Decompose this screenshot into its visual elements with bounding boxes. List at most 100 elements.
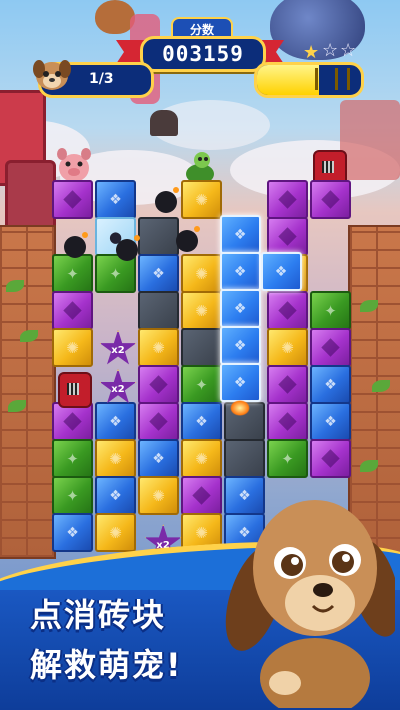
block-tile-purple[interactable] [138,365,179,404]
block-tile-yellow[interactable]: ✺ [95,439,136,478]
sun-icon: ✺ [152,338,165,357]
bone-icon: ✦ [66,264,79,283]
block-tile-blue[interactable]: ❖ [310,365,351,404]
block-tile-yellow[interactable]: ✺ [138,328,179,367]
block-tile-yellow[interactable]: ✺ [181,180,222,219]
promo-text-line-1: 点消砖块 [30,596,167,634]
diamond-icon [149,412,168,431]
diamond-icon [149,375,168,394]
selected-paw-tile[interactable]: ❖ [260,252,302,292]
paw-icon: ❖ [233,263,247,280]
diamond-icon [278,301,297,320]
block-tile-yellow[interactable]: ✺ [52,328,93,367]
block-tile-yellow[interactable]: ✺ [181,254,222,293]
diamond-icon [63,301,82,320]
block-tile-purple[interactable] [52,180,93,219]
block-tile-yellow[interactable]: ✺ [95,513,136,552]
diamond-icon [63,190,82,209]
selected-paw-tile[interactable]: ❖ [219,326,261,366]
block-tile-blue[interactable]: ❖ [52,513,93,552]
block-tile-green[interactable]: ✦ [52,439,93,478]
bone-icon: ✦ [324,301,337,320]
paw-icon: ❖ [324,413,337,430]
left-brick-wall [0,225,56,559]
block-tile-green[interactable]: ✦ [267,439,308,478]
selected-paw-tile[interactable]: ❖ [219,215,261,255]
sun-icon: ✺ [195,190,208,209]
block-tile-purple[interactable] [181,476,222,515]
block-tile-dark[interactable] [138,217,179,256]
fire-effect [230,400,251,417]
diamond-icon [278,375,297,394]
block-tile-purple[interactable] [267,365,308,404]
selected-paw-tile[interactable]: ❖ [219,252,261,292]
block-tile-yellow[interactable]: ✺ [138,476,179,515]
block-tile-blue[interactable]: ❖ [181,402,222,441]
block-tile-green[interactable]: ✦ [310,291,351,330]
block-tile-green[interactable]: ✦ [52,254,93,293]
selected-paw-tile[interactable]: ❖ [219,363,261,403]
bone-icon: ✦ [195,375,208,394]
progress-fill [257,65,320,95]
puppy-mascot [225,500,395,708]
diamond-icon [321,449,340,468]
progress-milestone [315,68,318,90]
bone-icon: ✦ [66,486,79,505]
progress-milestone [335,68,338,90]
block-tile-blue[interactable]: ❖ [95,180,136,219]
sun-icon: ✺ [109,449,122,468]
bomb-icon [64,231,89,258]
star-icon: ☆ [340,40,357,61]
block-tile-purple[interactable] [267,217,308,256]
selected-paw-tile[interactable]: ❖ [219,289,261,329]
diamond-icon [321,190,340,209]
diamond-icon [278,190,297,209]
block-tile-blue[interactable]: ❖ [310,402,351,441]
block-tile-yellow[interactable]: ✺ [181,291,222,330]
score-progress-bar [254,62,364,98]
bomb-icon [154,187,179,214]
sun-icon: ✺ [281,338,294,357]
rescued-pets-count: 1/3 [89,71,114,87]
multiplier-label: x2 [111,384,125,396]
block-tile-blue[interactable]: ❖ [95,476,136,515]
block-tile-purple[interactable] [267,402,308,441]
block-tile-yellow[interactable]: ✺ [267,328,308,367]
sun-icon: ✺ [109,523,122,542]
block-tile-dark[interactable] [138,291,179,330]
block-tile-dark[interactable] [224,439,265,478]
score-value: 003159 [162,42,244,66]
hot-air-balloon [95,0,135,34]
block-tile-purple[interactable] [310,180,351,219]
paw-icon: ❖ [233,226,247,243]
sun-icon: ✺ [66,338,79,357]
paw-icon: ❖ [233,337,247,354]
rescue-counter-panel: 1/3 [33,60,154,98]
block-tile-dark[interactable] [181,328,222,367]
block-tile-purple[interactable] [267,291,308,330]
block-tile-yellow[interactable]: ✺ [181,439,222,478]
block-tile-purple[interactable] [52,291,93,330]
diamond-icon [278,227,297,246]
block-tile-purple[interactable] [310,439,351,478]
pet-cage [58,372,92,409]
block-tile-green[interactable]: ✦ [181,365,222,404]
paw-icon: ❖ [109,191,122,208]
paw-icon: ❖ [233,374,247,391]
block-tile-blue[interactable]: ❖ [138,254,179,293]
star-icon: ★ [303,42,320,63]
block-tile-purple[interactable] [267,180,308,219]
block-tile-purple[interactable] [138,402,179,441]
block-tile-purple[interactable] [310,328,351,367]
score-label: 分数 [189,22,214,37]
promo-text-line-2: 解救萌宠! [30,646,183,684]
block-tile-blue[interactable]: ❖ [95,402,136,441]
bone-icon: ✦ [281,449,294,468]
block-tile-blue[interactable]: ❖ [138,439,179,478]
paw-icon: ❖ [109,413,122,430]
bone-icon: ✦ [66,449,79,468]
bomb-icon [115,235,140,262]
paw-icon: ❖ [66,524,79,541]
diamond-icon [278,412,297,431]
block-tile-green[interactable]: ✦ [52,476,93,515]
